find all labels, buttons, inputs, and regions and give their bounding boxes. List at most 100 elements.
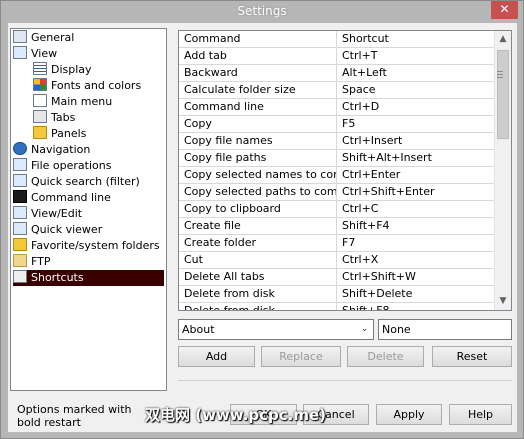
command-cell: Delete All tabs [179, 269, 337, 286]
tree-item-display[interactable]: Display [33, 62, 96, 78]
restart-note: Options marked with bold restart [17, 403, 132, 429]
column-header-shortcut[interactable]: Shortcut [337, 31, 495, 48]
view-edit-icon [13, 206, 27, 219]
shortcut-cell: Shift+Delete [337, 286, 495, 303]
tree-item-quick-search[interactable]: Quick search (filter) [13, 174, 144, 190]
window-title: Settings [237, 4, 287, 18]
table-row[interactable]: Add tab Ctrl+T [179, 48, 495, 65]
command-cell: Create folder [179, 235, 337, 252]
reset-button[interactable]: Reset [432, 346, 512, 367]
shortcut-cell: Shift+F8 [337, 303, 495, 310]
tree-item-command-line[interactable]: Command line [13, 190, 115, 206]
command-cell: Cut [179, 252, 337, 269]
panels-icon [33, 126, 47, 139]
tree-item-ftp[interactable]: FTP [13, 254, 55, 270]
table-row[interactable]: Create file Shift+F4 [179, 218, 495, 235]
shortcut-cell: Ctrl+Insert [337, 133, 495, 150]
tree-item-label: Command line [31, 191, 111, 204]
tree-item-panels[interactable]: Panels [33, 126, 90, 142]
close-button[interactable]: ✕ [491, 1, 518, 19]
command-cell: Delete from disk [179, 286, 337, 303]
tree-item-main-menu[interactable]: Main menu [33, 94, 116, 110]
display-icon [33, 62, 47, 75]
scroll-down-icon[interactable]: ▼ [495, 293, 511, 310]
column-header-command[interactable]: Command [179, 31, 337, 48]
shortcut-cell: Ctrl+Shift+W [337, 269, 495, 286]
title-bar[interactable]: Settings ✕ [1, 1, 523, 22]
tree-item-label: View/Edit [31, 207, 83, 220]
shortcut-cell: Shift+F4 [337, 218, 495, 235]
tree-item-label: Shortcuts [31, 271, 84, 284]
table-row[interactable]: Copy to clipboard Ctrl+C [179, 201, 495, 218]
shortcuts-table: Command Shortcut Add tab Ctrl+T Backward A… [178, 30, 512, 311]
tree-item-file-operations[interactable]: File operations [13, 158, 115, 174]
navigation-icon [13, 142, 27, 155]
tree-item-label: Display [51, 63, 92, 76]
tree-item-fonts-colors[interactable]: Fonts and colors [33, 78, 145, 94]
shortcut-cell: Ctrl+Shift+Enter [337, 184, 495, 201]
table-row[interactable]: Cut Ctrl+X [179, 252, 495, 269]
command-combo-value: About [182, 323, 215, 336]
command-cell: Delete from disk [179, 303, 337, 310]
command-line-icon [13, 190, 27, 203]
table-row[interactable]: Delete All tabs Ctrl+Shift+W [179, 269, 495, 286]
table-row[interactable]: Copy selected names to com...Ctrl+Enter [179, 167, 495, 184]
tree-item-view[interactable]: View [13, 46, 61, 62]
apply-button[interactable]: Apply [376, 404, 442, 425]
table-row[interactable]: Delete from disk Shift+Delete [179, 286, 495, 303]
client-area: General View Display Fonts and colors Ma… [8, 23, 517, 432]
shortcut-cell: Alt+Left [337, 65, 495, 82]
table-scrollbar[interactable]: ▲ ▼ [494, 31, 511, 310]
tree-item-shortcuts[interactable]: Shortcuts [13, 270, 164, 286]
table-row[interactable]: Command line Ctrl+D [179, 99, 495, 116]
scroll-thumb[interactable] [497, 50, 509, 139]
command-cell: Add tab [179, 48, 337, 65]
command-combo[interactable]: About ⌄ [178, 319, 374, 340]
view-icon [13, 46, 27, 59]
table-row[interactable]: Copy file names Ctrl+Insert [179, 133, 495, 150]
replace-button[interactable]: Replace [261, 346, 341, 367]
tree-item-view-edit[interactable]: View/Edit [13, 206, 86, 222]
table-row[interactable]: Calculate folder size Space [179, 82, 495, 99]
shortcut-cell: F7 [337, 235, 495, 252]
tree-item-label: FTP [31, 255, 51, 268]
tree-item-general[interactable]: General [13, 30, 78, 46]
shortcut-field[interactable]: None [378, 319, 512, 340]
table-row[interactable]: Copy file paths Shift+Alt+Insert [179, 150, 495, 167]
command-cell: Copy file names [179, 133, 337, 150]
fonts-colors-icon [33, 78, 47, 91]
tree-item-label: Panels [51, 127, 87, 140]
shortcut-cell: Ctrl+X [337, 252, 495, 269]
shortcut-cell: Shift+Alt+Insert [337, 150, 495, 167]
tree-item-label: Navigation [31, 143, 91, 156]
tree-item-label: Quick viewer [31, 223, 103, 236]
table-row[interactable]: Create folder F7 [179, 235, 495, 252]
add-button[interactable]: Add [178, 346, 255, 367]
shortcut-cell: Ctrl+Enter [337, 167, 495, 184]
table-row[interactable]: Copy selected paths to com... Ctrl+Shift+… [179, 184, 495, 201]
help-button[interactable]: Help [449, 404, 512, 425]
table-row[interactable]: Delete from disk Shift+F8 [179, 303, 495, 310]
tree-item-label: Tabs [51, 111, 76, 124]
general-settings-icon [13, 30, 27, 43]
tree-item-label: File operations [31, 159, 112, 172]
command-cell: Copy selected names to com... [179, 167, 337, 184]
chevron-down-icon[interactable]: ⌄ [356, 320, 373, 339]
shortcuts-icon [13, 270, 27, 283]
shortcut-cell: Ctrl+D [337, 99, 495, 116]
tabs-icon [33, 110, 47, 123]
tree-item-tabs[interactable]: Tabs [33, 110, 79, 126]
command-cell: Copy file paths [179, 150, 337, 167]
scroll-up-icon[interactable]: ▲ [495, 31, 511, 48]
tree-item-favorite-folders[interactable]: Favorite/system folders [13, 238, 164, 254]
tree-item-navigation[interactable]: Navigation [13, 142, 94, 158]
table-row[interactable]: Copy F5 [179, 116, 495, 133]
command-cell: Copy to clipboard [179, 201, 337, 218]
table-header-row: Command Shortcut [179, 31, 495, 48]
command-cell: Copy [179, 116, 337, 133]
tree-item-label: Favorite/system folders [31, 239, 160, 252]
delete-button[interactable]: Delete [347, 346, 424, 367]
tree-item-label: Quick search (filter) [31, 175, 140, 188]
table-row[interactable]: Backward Alt+Left [179, 65, 495, 82]
tree-item-quick-viewer[interactable]: Quick viewer [13, 222, 106, 238]
